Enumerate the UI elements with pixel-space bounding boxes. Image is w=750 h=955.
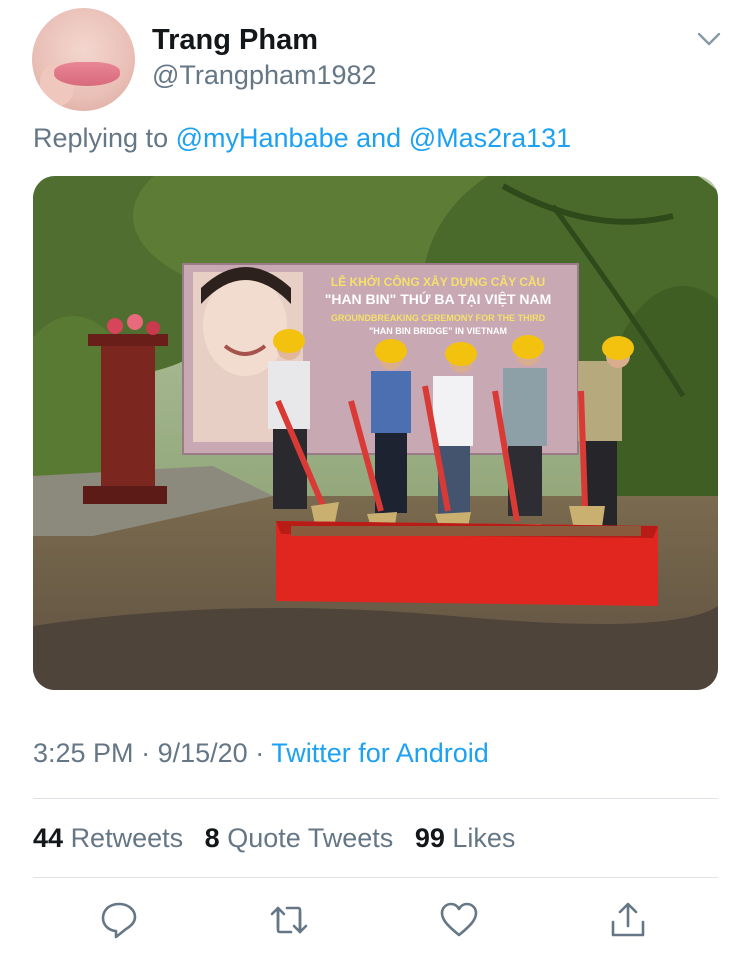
retweets-stat[interactable]: 44 Retweets	[33, 823, 191, 853]
reply-icon[interactable]	[99, 900, 139, 940]
tweet-time[interactable]: 3:25 PM	[33, 738, 134, 768]
replying-to: Replying to @myHanbabe and @Mas2ra131	[33, 123, 571, 154]
retweet-icon[interactable]	[269, 900, 309, 940]
replying-prefix: Replying to	[33, 123, 169, 153]
likes-stat[interactable]: 99 Likes	[415, 823, 516, 853]
quote-tweets-stat[interactable]: 8 Quote Tweets	[205, 823, 401, 853]
quote-tweets-label: Quote Tweets	[227, 823, 394, 853]
tweet-source[interactable]: Twitter for Android	[271, 738, 489, 768]
author-handle[interactable]: @Trangpham1982	[152, 60, 377, 91]
avatar[interactable]	[32, 8, 135, 111]
tweet-stats: 44 Retweets 8 Quote Tweets 99 Likes	[33, 823, 529, 854]
tweet-date[interactable]: 9/15/20	[158, 738, 248, 768]
replying-and[interactable]: and	[356, 123, 401, 153]
meta-separator: ·	[255, 738, 265, 768]
retweets-label: Retweets	[70, 823, 184, 853]
share-icon[interactable]	[608, 900, 648, 940]
author-name[interactable]: Trang Pham	[152, 24, 318, 57]
photo-scene: LỄ KHỞI CÔNG XÂY DỰNG CÂY CẦU "HAN BIN" …	[33, 176, 718, 690]
like-icon[interactable]	[439, 900, 479, 940]
chevron-down-icon[interactable]	[696, 28, 722, 50]
banner-line-1: LỄ KHỞI CÔNG XÂY DỰNG CÂY CẦU	[331, 274, 545, 289]
tweet-photo[interactable]: LỄ KHỞI CÔNG XÂY DỰNG CÂY CẦU "HAN BIN" …	[33, 176, 718, 690]
mention-link[interactable]: @Mas2ra131	[409, 123, 572, 153]
retweets-count: 44	[33, 823, 64, 853]
divider	[33, 877, 718, 878]
avatar-lips	[54, 62, 120, 86]
meta-separator: ·	[141, 738, 151, 768]
banner-line-2: "HAN BIN" THỨ BA TẠI VIỆT NAM	[325, 290, 552, 307]
quote-tweets-count: 8	[204, 823, 220, 853]
tweet-meta: 3:25 PM · 9/15/20 · Twitter for Android	[33, 738, 489, 769]
banner-line-4: "HAN BIN BRIDGE" IN VIETNAM	[369, 326, 507, 336]
divider	[33, 798, 718, 799]
likes-label: Likes	[452, 823, 516, 853]
banner-line-3: GROUNDBREAKING CEREMONY FOR THE THIRD	[331, 313, 546, 323]
likes-count: 99	[414, 823, 445, 853]
mention-link[interactable]: @myHanbabe	[176, 123, 349, 153]
